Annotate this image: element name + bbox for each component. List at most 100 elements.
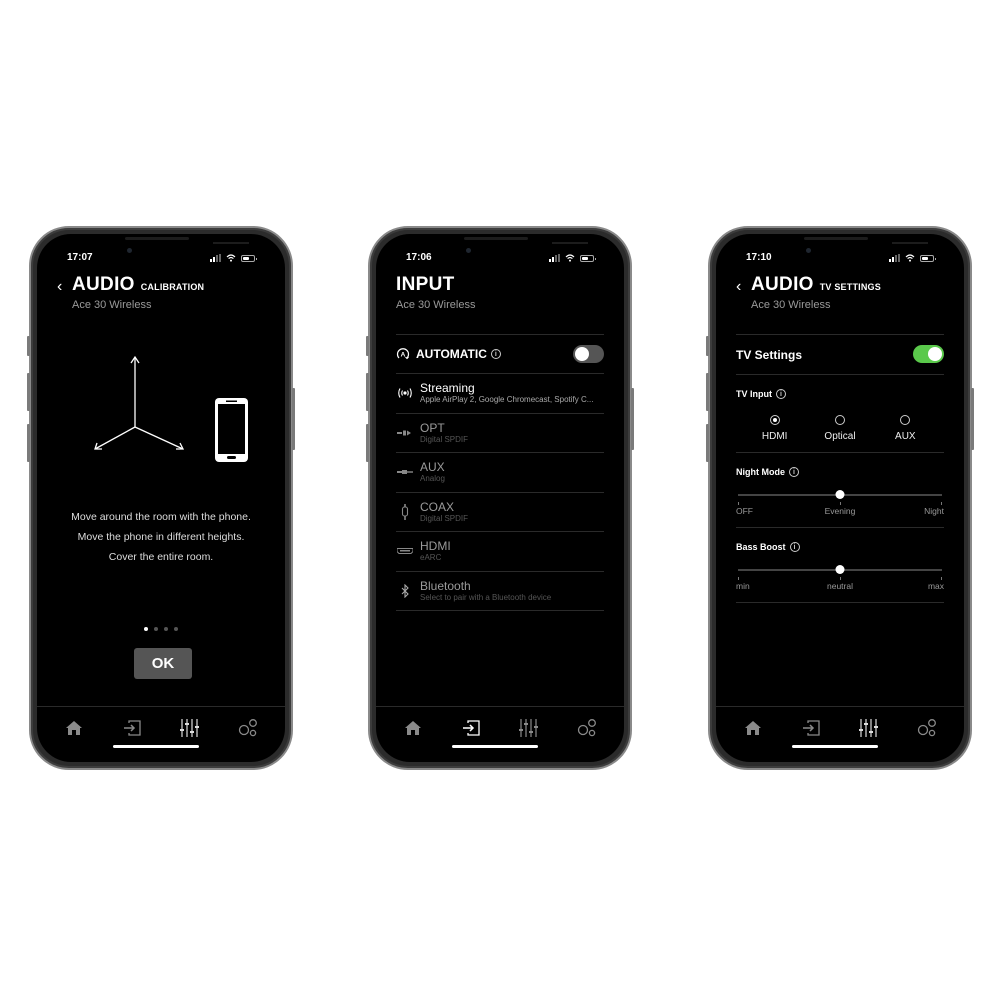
input-item-coax[interactable]: COAX Digital SPDIF [396, 493, 604, 532]
slider-tick [941, 502, 942, 505]
battery-icon [580, 254, 596, 262]
streaming-icon [398, 388, 412, 399]
equalizer-icon [180, 719, 199, 737]
home-icon [405, 721, 421, 735]
input-desc: Digital SPDIF [420, 434, 469, 444]
device-name: Ace 30 Wireless [72, 299, 152, 311]
toggle-knob [928, 347, 942, 361]
page-header: INPUT Ace 30 Wireless [396, 274, 604, 311]
tv-settings-toggle[interactable] [913, 345, 944, 363]
home-icon [745, 721, 761, 735]
tab-settings[interactable] [572, 714, 602, 742]
status-bar: 17:06 [376, 252, 624, 266]
gears-icon [238, 719, 257, 737]
info-icon[interactable]: i [776, 389, 786, 399]
tab-audio[interactable] [854, 714, 884, 742]
automatic-toggle[interactable] [573, 345, 604, 363]
volume-up-button [706, 373, 709, 411]
sensor-strip [213, 242, 249, 244]
tab-bar-divider [37, 706, 285, 707]
sensor-strip [552, 242, 588, 244]
tv-input-label: TV Input [736, 389, 772, 399]
page-title: INPUT [396, 274, 455, 295]
home-indicator[interactable] [452, 745, 538, 748]
page-dot[interactable] [174, 627, 178, 631]
slider-tick [840, 577, 841, 580]
automatic-label: AUTOMATIC [416, 347, 487, 361]
ok-button[interactable]: OK [134, 648, 192, 679]
status-time: 17:10 [746, 252, 772, 263]
input-desc: eARC [420, 553, 442, 563]
screen: 17:07 ‹ AUDIO CALIBRATION Ace 30 Wireles… [37, 234, 285, 762]
slider-tick [738, 502, 739, 505]
input-name: OPT [420, 420, 445, 435]
input-name: Streaming [420, 381, 475, 396]
tab-home[interactable] [59, 714, 89, 742]
automatic-row: A AUTOMATIC i [396, 335, 604, 373]
slider-tick [840, 502, 841, 505]
input-icon [124, 720, 141, 736]
speaker-grille [125, 237, 189, 240]
tab-bar-divider [376, 706, 624, 707]
tab-home[interactable] [738, 714, 768, 742]
tab-input[interactable] [117, 714, 147, 742]
battery-icon [920, 254, 936, 262]
tv-input-radio-group: HDMI Optical AUX [736, 415, 944, 452]
info-icon[interactable]: i [789, 467, 799, 477]
tab-input[interactable] [456, 714, 486, 742]
input-item-bluetooth[interactable]: Bluetooth Select to pair with a Bluetooth… [396, 572, 604, 611]
wifi-icon [905, 254, 915, 262]
volume-up-button [27, 373, 30, 411]
home-indicator[interactable] [113, 745, 199, 748]
input-item-aux[interactable]: AUX Analog [396, 453, 604, 492]
tab-home[interactable] [398, 714, 428, 742]
tab-bar [37, 714, 285, 742]
aux-icon [397, 470, 413, 475]
status-time: 17:06 [406, 252, 432, 263]
slider-tick [738, 577, 739, 580]
chevron-left-icon[interactable]: ‹ [57, 278, 67, 296]
page-title: AUDIO [751, 274, 814, 295]
page-subtitle: TV SETTINGS [819, 282, 881, 292]
chevron-left-icon[interactable]: ‹ [736, 278, 746, 296]
tab-settings[interactable] [912, 714, 942, 742]
hdmi-icon [397, 548, 413, 555]
input-item-streaming[interactable]: Streaming Apple AirPlay 2, Google Chromec… [396, 374, 604, 413]
bluetooth-icon [401, 583, 409, 598]
radio-optical[interactable]: Optical [815, 415, 865, 442]
info-icon[interactable]: i [789, 542, 800, 552]
info-icon[interactable]: i [490, 349, 501, 359]
bass-boost-label: Bass Boost [736, 542, 786, 552]
tv-input-section: TV Input i [736, 389, 944, 399]
radio-aux[interactable]: AUX [880, 415, 930, 442]
phone-input: 17:06 INPUT Ace 30 Wireless A AUTOMATIC … [366, 226, 634, 770]
tab-settings[interactable] [233, 714, 263, 742]
bass-boost-slider[interactable]: min neutral max [736, 562, 944, 602]
coax-icon [401, 503, 409, 520]
tab-input[interactable] [796, 714, 826, 742]
instruction-1: Move around the room with the phone. [71, 511, 251, 523]
tab-audio[interactable] [514, 714, 544, 742]
input-desc: Select to pair with a Bluetooth device [420, 592, 552, 602]
calibration-instructions: Move around the room with the phone. Mov… [57, 510, 265, 570]
slider-stop-label: max [927, 581, 944, 591]
slider-stop-label: Night [924, 506, 944, 516]
night-mode-slider[interactable]: OFF Evening Night [736, 487, 944, 527]
slider-thumb[interactable] [835, 490, 845, 499]
input-icon [803, 720, 820, 736]
tab-audio[interactable] [175, 714, 205, 742]
tab-bar [716, 714, 964, 742]
input-item-opt[interactable]: OPT Digital SPDIF [396, 414, 604, 453]
radio-hdmi[interactable]: HDMI [750, 415, 800, 442]
slider-stop-label: OFF [736, 506, 753, 516]
page-dot[interactable] [164, 627, 168, 631]
page-dot[interactable] [144, 627, 148, 631]
home-indicator[interactable] [792, 745, 878, 748]
input-desc: Analog [420, 474, 445, 484]
page-dot[interactable] [154, 627, 158, 631]
equalizer-icon [859, 719, 878, 737]
slider-thumb[interactable] [835, 565, 845, 574]
input-item-hdmi[interactable]: HDMI eARC [396, 532, 604, 571]
bass-boost-section: Bass Boost i [736, 542, 944, 552]
cellular-signal-icon [549, 254, 560, 262]
